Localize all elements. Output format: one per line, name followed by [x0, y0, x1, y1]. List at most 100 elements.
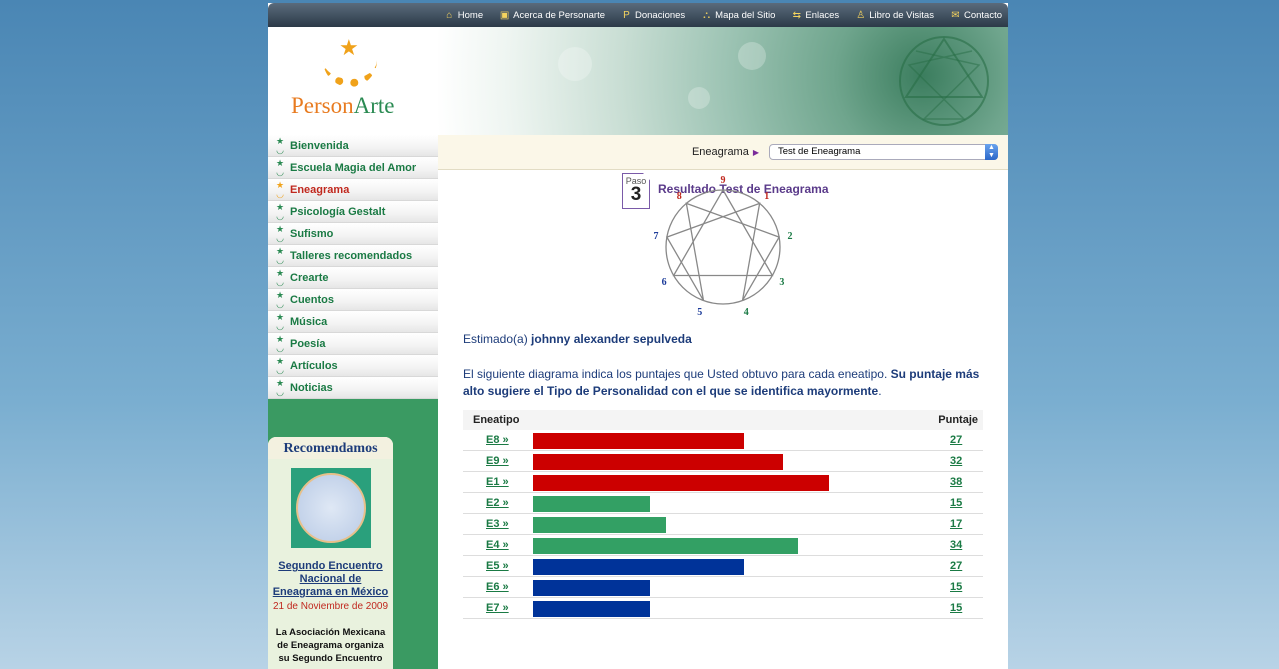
page-container: ⌂ Home ▣ Acerca de Personarte P Donaciones ⛬ Ma…: [268, 3, 1008, 669]
enneagram-event-image[interactable]: [290, 468, 371, 548]
score-bar: [533, 475, 829, 491]
enneagram-point-label: 2: [787, 231, 792, 242]
nav-home[interactable]: ⌂ Home: [444, 10, 483, 21]
score-row: E6 » 15: [463, 577, 983, 598]
sidebar-item[interactable]: ★ ◡ Noticias: [268, 377, 438, 399]
score-value-link[interactable]: 15: [950, 602, 962, 614]
score-value-link[interactable]: 27: [950, 560, 962, 572]
home-icon: ⌂: [446, 9, 453, 21]
sidebar-item-label: Crearte: [290, 271, 329, 284]
nav-donaciones[interactable]: P Donaciones: [621, 10, 685, 21]
eneatipo-link[interactable]: E7 »: [486, 602, 509, 614]
star-bullet-icon: ★ ◡: [275, 157, 285, 177]
intro-text: El siguiente diagrama indica los puntaje…: [463, 367, 980, 398]
user-name: johnny alexander sepulveda: [531, 332, 692, 346]
sidebar-item-label: Escuela Magia del Amor: [290, 161, 417, 174]
eneatipo-link[interactable]: E9 »: [486, 455, 509, 467]
score-value-link[interactable]: 38: [950, 476, 962, 488]
star-bullet-icon: ★ ◡: [275, 311, 285, 331]
star-bullet-icon: ★ ◡: [275, 355, 285, 375]
nav-enlaces[interactable]: ⇆ Enlaces: [791, 9, 840, 21]
sidebar-item[interactable]: ★ ◡ Escuela Magia del Amor: [268, 157, 438, 179]
sidebar-item[interactable]: ★ ◡ Eneagrama: [268, 179, 438, 201]
enneagram-point-label: 9: [721, 175, 726, 186]
selector-label: Eneagrama: [691, 146, 749, 158]
enneagram-point-label: 7: [654, 231, 659, 242]
star-bullet-icon: ★ ◡: [275, 245, 285, 265]
score-bar: [533, 559, 744, 575]
nav-libro-de-visitas[interactable]: ♙ Libro de Visitas: [855, 10, 934, 21]
nav-acerca-de-personarte[interactable]: ▣ Acerca de Personarte: [499, 10, 605, 21]
score-value-link[interactable]: 27: [950, 434, 962, 446]
test-select[interactable]: Test de Eneagrama ▲ ▼: [769, 144, 998, 160]
star-bullet-icon: ★ ◡: [275, 135, 285, 155]
sidebar-item-label: Noticias: [290, 381, 333, 394]
sidebar-item-label: Eneagrama: [290, 183, 350, 196]
enneagram-point-label: 8: [677, 191, 682, 202]
eneatipo-link[interactable]: E1 »: [486, 476, 509, 488]
eneatipo-link[interactable]: E8 »: [486, 434, 509, 446]
enneagram-point-label: 3: [779, 277, 784, 288]
sun-icon: [323, 57, 377, 87]
score-row: E9 » 32: [463, 451, 983, 472]
eneatipo-link[interactable]: E3 »: [486, 518, 509, 530]
score-row: E5 » 27: [463, 556, 983, 577]
enneagram-point-label: 4: [744, 307, 749, 315]
score-value-link[interactable]: 15: [950, 581, 962, 593]
enneagram-point-label: 5: [697, 307, 702, 315]
sidebar: ★ ◡ Bienvenida ★ ◡ Escuela Magia del Amor ★ ◡ En…: [268, 135, 438, 669]
sidebar-item-label: Música: [290, 315, 328, 328]
score-value-link[interactable]: 34: [950, 539, 962, 551]
sidebar-item[interactable]: ★ ◡ Música: [268, 311, 438, 333]
header-eneatipo: Eneatipo: [473, 414, 520, 426]
score-bar: [533, 601, 650, 617]
guestbook-icon: ♙: [856, 9, 866, 21]
score-row: E2 » 15: [463, 493, 983, 514]
score-row: E8 » 27: [463, 430, 983, 451]
eneatipo-link[interactable]: E2 »: [486, 497, 509, 509]
sidebar-item-label: Psicología Gestalt: [290, 205, 386, 218]
sitemap-icon: ⛬: [703, 9, 711, 21]
nav-contacto[interactable]: ✉ Contacto: [950, 10, 1002, 21]
score-bar: [533, 496, 650, 512]
sidebar-item-label: Poesía: [290, 337, 326, 350]
score-row: E7 » 15: [463, 598, 983, 619]
header-banner: [438, 27, 1008, 135]
sidebar-item[interactable]: ★ ◡ Sufismo: [268, 223, 438, 245]
star-bullet-icon: ★ ◡: [275, 289, 285, 309]
score-value-link[interactable]: 15: [950, 497, 962, 509]
scores-header: Eneatipo Puntaje: [463, 410, 983, 430]
score-value-link[interactable]: 32: [950, 455, 962, 467]
top-navigation: ⌂ Home ▣ Acerca de Personarte P Donaciones ⛬ Ma…: [268, 3, 1008, 27]
eneatipo-link[interactable]: E6 »: [486, 581, 509, 593]
score-bar: [533, 433, 744, 449]
sidebar-item[interactable]: ★ ◡ Psicología Gestalt: [268, 201, 438, 223]
eneatipo-link[interactable]: E4 »: [486, 539, 509, 551]
sidebar-item[interactable]: ★ ◡ Bienvenida: [268, 135, 438, 157]
sidebar-item[interactable]: ★ ◡ Crearte: [268, 267, 438, 289]
score-bar: [533, 517, 666, 533]
star-bullet-icon: ★ ◡: [275, 223, 285, 243]
event-link[interactable]: Segundo Encuentro Nacional de Eneagrama …: [268, 560, 393, 599]
personarte-logo[interactable]: ★ PersonArte: [268, 27, 438, 135]
eneatipo-link[interactable]: E5 »: [486, 560, 509, 572]
score-row: E3 » 17: [463, 514, 983, 535]
score-value-link[interactable]: 17: [950, 518, 962, 530]
star-bullet-icon: ★ ◡: [275, 179, 285, 199]
info-icon: ▣: [499, 9, 510, 21]
sidebar-item[interactable]: ★ ◡ Poesía: [268, 333, 438, 355]
sidebar-item[interactable]: ★ ◡ Artículos: [268, 355, 438, 377]
links-icon: ⇆: [792, 9, 802, 21]
nav-mapa-del-sitio[interactable]: ⛬ Mapa del Sitio: [701, 10, 775, 21]
star-bullet-icon: ★ ◡: [275, 377, 285, 397]
header-puntaje: Puntaje: [938, 414, 978, 426]
sidebar-item[interactable]: ★ ◡ Cuentos: [268, 289, 438, 311]
score-bar: [533, 580, 650, 596]
logo-text: PersonArte: [291, 93, 395, 118]
score-row: E1 » 38: [463, 472, 983, 493]
sidebar-item-label: Cuentos: [290, 293, 334, 306]
section-selector-bar: Eneagrama ▶ Test de Eneagrama ▲ ▼: [438, 135, 1008, 170]
sidebar-item[interactable]: ★ ◡ Talleres recomendados: [268, 245, 438, 267]
score-row: E4 » 34: [463, 535, 983, 556]
main-content: Eneagrama ▶ Test de Eneagrama ▲ ▼ Paso 3 …: [438, 135, 1008, 669]
